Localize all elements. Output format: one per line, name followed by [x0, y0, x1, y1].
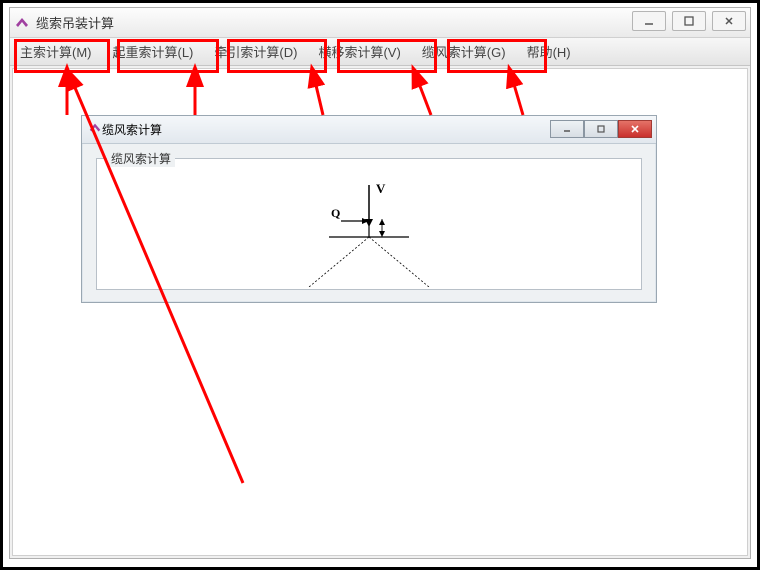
menu-lifting-cable[interactable]: 起重索计算(L) — [103, 38, 205, 65]
groupbox: 缆风索计算 V Q — [96, 158, 642, 290]
main-window-controls — [632, 11, 746, 31]
diagram-label-v: V — [376, 181, 386, 196]
menu-traction-cable[interactable]: 牵引索计算(D) — [204, 38, 308, 65]
child-window-controls — [550, 120, 652, 138]
child-maximize-button[interactable] — [584, 120, 618, 138]
main-titlebar: 缆索吊装计算 — [10, 8, 750, 38]
minimize-button[interactable] — [632, 11, 666, 31]
child-minimize-button[interactable] — [550, 120, 584, 138]
app-icon — [14, 15, 30, 31]
menu-help[interactable]: 帮助(H) — [517, 38, 582, 65]
main-title: 缆索吊装计算 — [36, 13, 114, 32]
maximize-button[interactable] — [672, 11, 706, 31]
diagram-label-q: Q — [331, 206, 340, 220]
child-close-button[interactable] — [618, 120, 652, 138]
menu-main-cable[interactable]: 主索计算(M) — [10, 38, 103, 65]
child-window: 缆风索计算 缆风索计算 V Q — [81, 115, 657, 303]
child-title: 缆风索计算 — [102, 121, 162, 138]
groupbox-label: 缆风索计算 — [107, 150, 175, 167]
menubar: 主索计算(M) 起重索计算(L) 牵引索计算(D) 横移索计算(V) 缆风索计算… — [10, 38, 750, 66]
close-button[interactable] — [712, 11, 746, 31]
child-app-icon — [88, 121, 102, 138]
child-titlebar: 缆风索计算 — [82, 116, 656, 144]
menu-guy-cable[interactable]: 缆风索计算(G) — [412, 38, 517, 65]
diagram: V Q — [269, 177, 469, 277]
menu-transverse-cable[interactable]: 横移索计算(V) — [308, 38, 411, 65]
